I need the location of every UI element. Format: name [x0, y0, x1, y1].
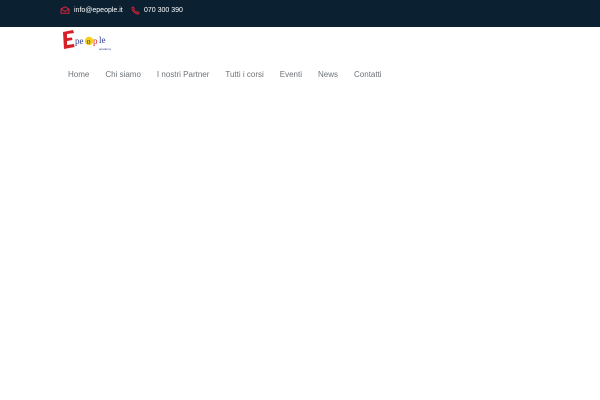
phone-contact[interactable]: 070 300 390: [131, 0, 183, 20]
email-text[interactable]: info@epeople.it: [74, 7, 123, 14]
phone-icon: [131, 5, 144, 15]
svg-text:p: p: [93, 36, 98, 46]
nav-item-corsi[interactable]: Tutti i corsi: [217, 70, 271, 79]
email-contact[interactable]: info@epeople.it: [60, 0, 123, 20]
site-logo[interactable]: pe o p le academy: [62, 29, 118, 53]
envelope-icon: [60, 6, 74, 14]
top-bar: info@epeople.it 070 300 390: [0, 0, 600, 27]
main-navigation: Home Chi siamo I nostri Partner Tutti i …: [60, 66, 390, 82]
nav-item-news[interactable]: News: [310, 70, 346, 79]
nav-item-home[interactable]: Home: [60, 70, 97, 79]
nav-item-partner[interactable]: I nostri Partner: [149, 70, 217, 79]
nav-item-contatti[interactable]: Contatti: [346, 70, 390, 79]
svg-text:o: o: [87, 37, 91, 46]
phone-text[interactable]: 070 300 390: [144, 7, 183, 14]
nav-item-chi-siamo[interactable]: Chi siamo: [97, 70, 149, 79]
svg-text:academy: academy: [99, 47, 112, 51]
svg-text:le: le: [99, 35, 106, 45]
svg-text:pe: pe: [75, 36, 84, 46]
nav-item-eventi[interactable]: Eventi: [272, 70, 310, 79]
